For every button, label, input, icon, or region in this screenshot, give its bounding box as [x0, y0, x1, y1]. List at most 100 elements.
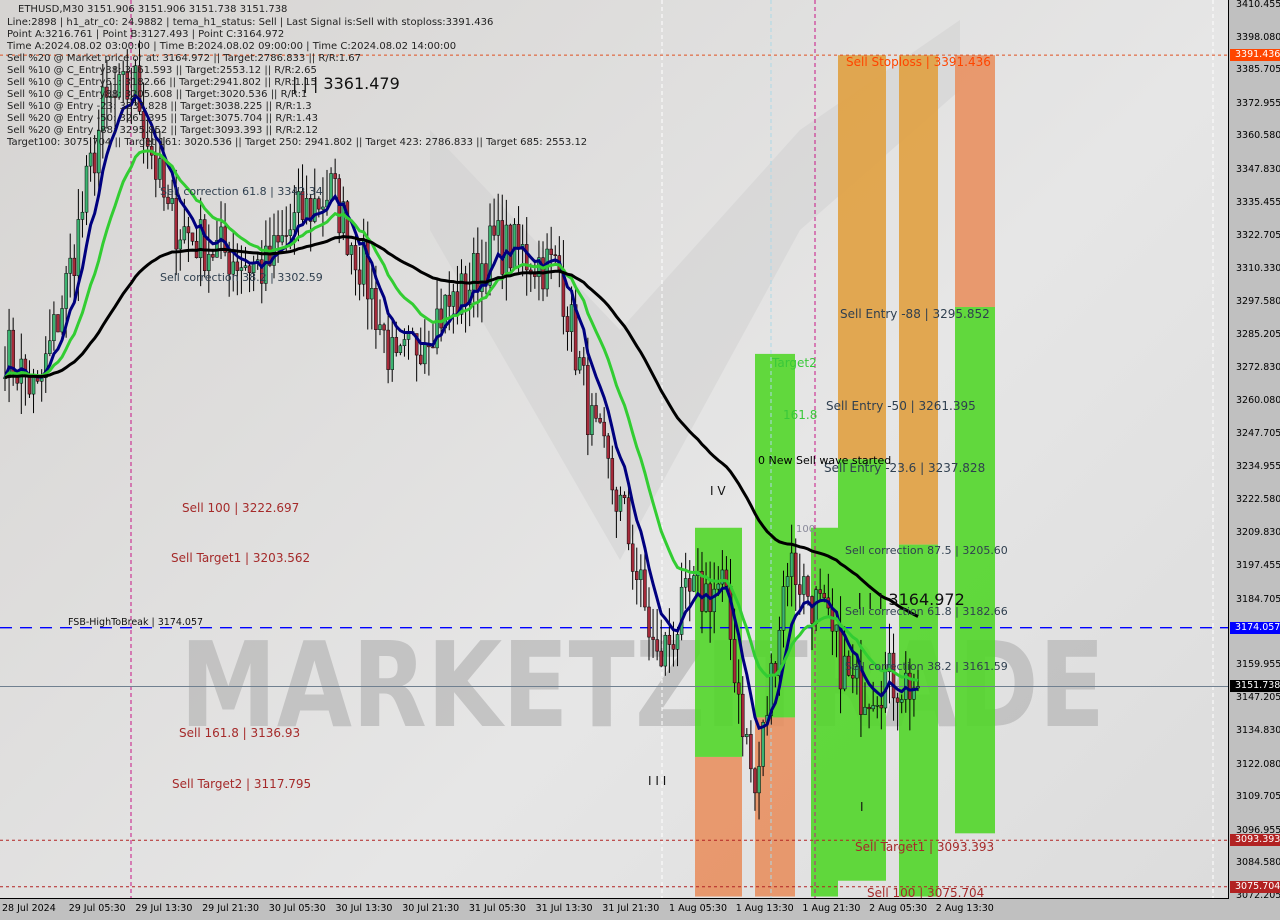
y-tick-label: 3222.580: [1236, 493, 1280, 505]
y-tick-label: 3122.080: [1236, 758, 1280, 770]
info-line: Sell %10 @ C_Entry88: 3205.608 || Target…: [7, 89, 308, 100]
candle-body: [516, 224, 521, 250]
candle-body: [92, 152, 97, 174]
candle-body: [64, 273, 68, 309]
candle-body: [447, 294, 452, 307]
x-tick-label: 29 Jul 21:30: [202, 903, 260, 914]
candle-body: [166, 196, 170, 204]
candle-body: [182, 226, 187, 241]
candle-body: [386, 329, 390, 370]
candle-body: [761, 722, 765, 767]
chart-window: MARKETZITRADE ETHUSD,M30 3151.906 3151.9…: [0, 0, 1280, 920]
price-tag: 3151.738: [1230, 680, 1280, 693]
plot-area[interactable]: MARKETZITRADE ETHUSD,M30 3151.906 3151.9…: [0, 0, 1229, 899]
candle-body: [76, 219, 81, 276]
candle-body: [651, 636, 655, 640]
candle-body: [402, 339, 407, 347]
candle-body: [602, 421, 606, 437]
y-tick-label: 3335.455: [1236, 196, 1280, 208]
candle-body: [235, 261, 240, 271]
y-tick-label: 3234.955: [1236, 461, 1280, 473]
candle-body: [818, 589, 822, 594]
candle-body: [716, 583, 721, 590]
candle-body: [60, 308, 64, 333]
price-tag: 3093.393: [1230, 834, 1280, 847]
correction-382-label: Sell correction 38.2 | 3161.59: [845, 660, 1008, 673]
candle-body: [80, 211, 85, 220]
candle-body: [606, 435, 610, 459]
candle-body: [329, 173, 333, 201]
candle-body: [174, 198, 178, 250]
candle-body: [736, 682, 741, 695]
candle-body: [647, 606, 651, 638]
candle-body: [317, 198, 321, 210]
candle-body: [798, 584, 802, 595]
y-tick-label: 3184.705: [1236, 593, 1280, 605]
candle-body: [626, 497, 631, 545]
candle-body: [659, 650, 663, 667]
y-tick-label: 3410.455: [1236, 0, 1280, 10]
candle-body: [590, 405, 594, 435]
candle-body: [178, 239, 183, 250]
candle-body: [463, 273, 468, 305]
candle-body: [349, 245, 354, 255]
candle-body: [304, 198, 309, 220]
candle-body: [333, 173, 337, 179]
candle-body: [895, 697, 900, 703]
candle-body: [899, 699, 904, 703]
candle-body: [288, 229, 293, 236]
info-line: Sell %20 @ Entry -88: 3295.852 || Target…: [7, 125, 319, 136]
candle-body: [549, 248, 553, 255]
wave-iii-label: I I I: [648, 774, 667, 788]
candle-body: [370, 288, 374, 300]
price-tag: 3391.436: [1230, 49, 1280, 62]
candle-body: [622, 494, 627, 498]
candle-body: [154, 154, 158, 180]
candle-body: [749, 734, 753, 770]
y-tick-label: 3260.080: [1236, 395, 1280, 407]
y-tick-label: 3285.205: [1236, 328, 1280, 340]
candle-body: [688, 578, 692, 592]
candle-body: [683, 578, 688, 588]
candle-body: [789, 552, 794, 577]
candle-body: [867, 706, 871, 710]
y-tick-label: 3310.330: [1236, 262, 1280, 274]
candle-body: [635, 571, 639, 580]
trade-zone: [955, 307, 995, 834]
y-tick-label: 3247.705: [1236, 427, 1280, 439]
candle-body: [781, 586, 786, 631]
x-tick-label: 1 Aug 21:30: [802, 903, 861, 914]
t1618-label: 161.8: [783, 408, 818, 422]
candle-body: [675, 634, 680, 650]
correction-618-label: Sell correction 61.8 | 3182.66: [845, 605, 1008, 618]
candle-body: [508, 224, 513, 269]
info-line: Sell %10 @ C_Entry38: 3161.593 || Target…: [7, 65, 317, 76]
info-line: Time A:2024.08.02 03:00:00 | Time B:2024…: [7, 41, 457, 52]
fsb-label: FSB-HighToBreak | 3174.057: [68, 617, 204, 628]
x-tick-label: 1 Aug 13:30: [735, 903, 794, 914]
candle-body: [202, 219, 207, 271]
y-tick-label: 3159.955: [1236, 658, 1280, 670]
candle-body: [431, 346, 435, 349]
candle-body: [643, 569, 647, 608]
info-line: Point A:3216.761 | Point B:3127.493 | Po…: [7, 29, 285, 40]
info-line: Sell %20 @ Market price or at: 3164.972 …: [7, 53, 361, 64]
price-tag: 3174.057: [1230, 621, 1280, 634]
sell-1618-label: Sell 161.8 | 3136.93: [179, 726, 301, 740]
candle-body: [757, 766, 761, 794]
sell-correction-618-left: Sell correction 61.8 | 3342.34: [160, 185, 323, 198]
y-tick-label: 3347.830: [1236, 163, 1280, 175]
y-tick-label: 3134.830: [1236, 725, 1280, 737]
x-tick-label: 29 Jul 13:30: [135, 903, 193, 914]
candle-body: [863, 706, 867, 715]
y-tick-label: 3360.580: [1236, 130, 1280, 142]
entry-88-label: Sell Entry -88 | 3295.852: [840, 307, 990, 321]
candle-body: [353, 245, 358, 271]
sell-target2-label: Sell Target2 | 3117.795: [172, 777, 312, 791]
x-tick-label: 2 Aug 05:30: [869, 903, 928, 914]
wave-i-label: I: [860, 800, 864, 814]
candle-body: [284, 235, 288, 237]
new-sell-wave-label: 0 New Sell wave started: [758, 454, 892, 467]
candle-body: [72, 257, 77, 276]
candle-body: [418, 354, 423, 365]
